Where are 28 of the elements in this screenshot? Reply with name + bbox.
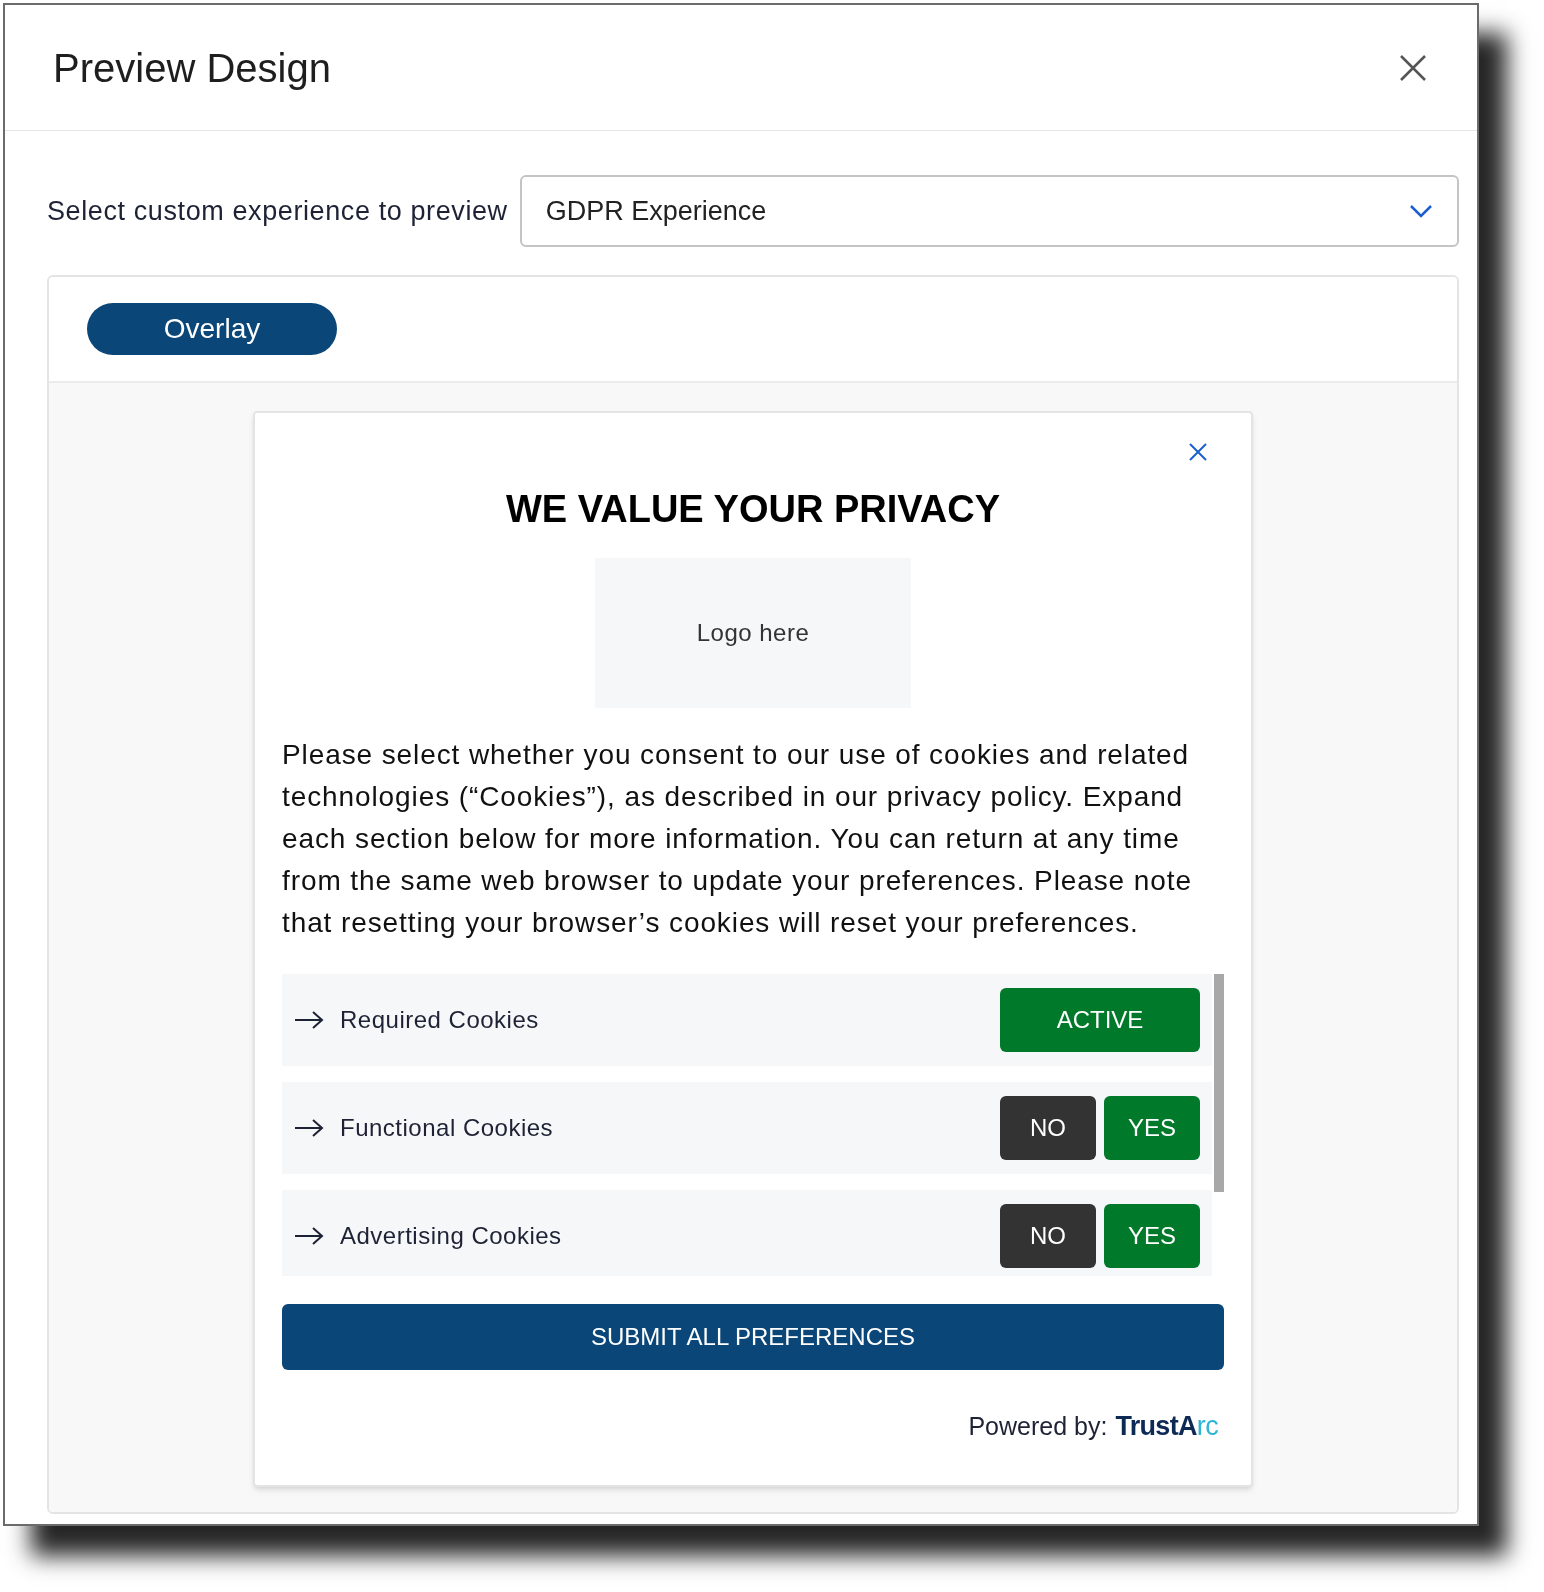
cookie-category[interactable]: Advertising Cookies NO YES <box>282 1190 1212 1276</box>
experience-select[interactable]: GDPR Experience <box>519 175 1459 247</box>
consent-description: Please select whether you consent to our use of cookies and related technologies (“Cookies”), as described in our privacy policy. Expand each section below for more information. You can return at any time from the same web browser to update your preferences. Please note that resetting your browser’s cookies will reset your preferences. <box>282 738 1193 940</box>
cookie-category[interactable]: Required Cookies ACTIVE <box>282 974 1212 1066</box>
brand-logo: TrustArc <box>1115 1410 1218 1443</box>
chevron-down-icon <box>1409 204 1433 218</box>
arrow-icon <box>294 1010 324 1030</box>
decline-button[interactable]: NO <box>1000 1096 1096 1160</box>
cookie-category[interactable]: Functional Cookies NO YES <box>282 1082 1212 1174</box>
powered-by-label: Powered by: <box>968 1411 1108 1442</box>
active-button[interactable]: ACTIVE <box>1000 988 1200 1052</box>
close-icon[interactable] <box>1399 53 1427 82</box>
arrow-icon <box>294 1118 324 1138</box>
accept-button[interactable]: YES <box>1104 1204 1200 1268</box>
close-icon[interactable] <box>1189 443 1207 461</box>
category-label: Advertising Cookies <box>340 1221 562 1251</box>
accept-button[interactable]: YES <box>1104 1096 1200 1160</box>
overlay-tab[interactable]: Overlay <box>87 303 337 355</box>
logo-placeholder-text: Logo here <box>696 618 810 648</box>
category-label: Required Cookies <box>340 1005 539 1035</box>
scrollbar-thumb[interactable] <box>1214 974 1224 1192</box>
category-label: Functional Cookies <box>340 1113 554 1143</box>
banner-heading: WE VALUE YOUR PRIVACY <box>505 487 1001 532</box>
arrow-icon <box>294 1226 324 1246</box>
decline-button[interactable]: NO <box>1000 1204 1096 1268</box>
select-label: Select custom experience to preview <box>47 194 508 228</box>
submit-button[interactable]: SUBMIT ALL PREFERENCES <box>282 1304 1224 1370</box>
dialog-title: Preview Design <box>53 44 331 92</box>
